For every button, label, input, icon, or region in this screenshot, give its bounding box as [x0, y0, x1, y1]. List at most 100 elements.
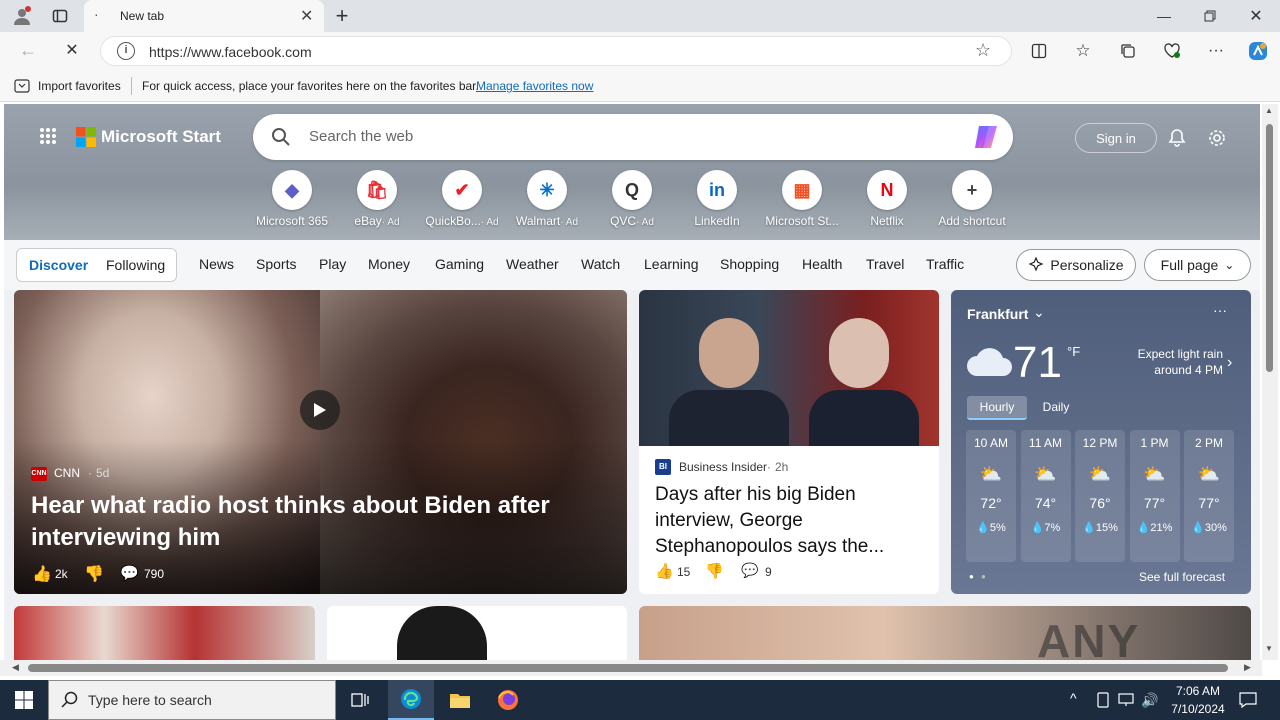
side-like-icon[interactable]: 👍 [655, 562, 674, 580]
favorite-star-icon[interactable]: ☆ [975, 40, 991, 61]
category-tab[interactable]: Travel [866, 256, 904, 272]
shortcut-item[interactable]: Q QVC· Ad [590, 170, 674, 228]
tab-daily[interactable]: Daily [1027, 396, 1085, 420]
city-chevron-icon[interactable]: ⌄ [1033, 304, 1045, 321]
main-story-card[interactable]: CNN CNN · 5d Hear what radio host thinks… [14, 290, 627, 594]
category-tab[interactable]: Health [802, 256, 842, 272]
tray-chevron-icon[interactable]: ^ [1070, 690, 1077, 706]
category-tab[interactable]: Watch [581, 256, 620, 272]
notifications-center-icon[interactable] [1234, 680, 1262, 720]
side-story-card[interactable]: BI Business Insider · 2h Days after his … [639, 290, 939, 594]
tray-device-icon[interactable] [1094, 690, 1112, 710]
hour-forecast-item[interactable]: 2 PM ⛅ 77° 💧30% [1184, 430, 1234, 562]
hour-forecast-item[interactable]: 11 AM ⛅ 74° 💧7% [1020, 430, 1071, 562]
side-dislike-icon[interactable]: 👎 [705, 562, 724, 580]
sign-in-button[interactable]: Sign in [1075, 123, 1157, 153]
notifications-bell-icon[interactable] [1166, 126, 1188, 150]
file-explorer-icon[interactable] [440, 680, 480, 720]
category-tab[interactable]: Weather [506, 256, 559, 272]
category-tab[interactable]: Gaming [435, 256, 484, 272]
network-icon[interactable] [1117, 690, 1135, 710]
tab-hourly[interactable]: Hourly [967, 396, 1027, 420]
shortcut-item[interactable]: ▦ Microsoft St... [760, 170, 844, 228]
category-tab[interactable]: Money [368, 256, 410, 272]
comment-icon[interactable]: 💬 [120, 564, 139, 582]
hour-forecast-item[interactable]: 10 AM ⛅ 72° 💧5% [966, 430, 1016, 562]
collections-icon[interactable] [1117, 40, 1139, 62]
category-tab[interactable]: Play [319, 256, 346, 272]
firefox-icon[interactable] [488, 680, 528, 720]
taskbar-time[interactable]: 7:06 AM [1172, 684, 1224, 698]
tab-new-tab[interactable]: · New tab ✕ [84, 0, 324, 32]
personalize-button[interactable]: Personalize [1016, 249, 1136, 281]
full-page-dropdown[interactable]: Full page ⌄ [1144, 249, 1251, 281]
profile-icon[interactable] [10, 4, 34, 28]
url-text[interactable]: https://www.facebook.com [149, 44, 312, 60]
taskbar-date[interactable]: 7/10/2024 [1166, 702, 1230, 716]
hour-forecast-item[interactable]: 1 PM ⛅ 77° 💧21% [1129, 430, 1180, 562]
weather-more-icon[interactable]: ··· [1213, 302, 1227, 318]
chevron-right-icon[interactable]: › [1227, 354, 1232, 372]
scroll-right-icon[interactable]: ▶ [1244, 662, 1251, 673]
msn-logo-text[interactable]: Microsoft Start [101, 127, 221, 147]
shortcut-item[interactable]: + Add shortcut [930, 170, 1014, 228]
tab-actions-icon[interactable] [48, 4, 72, 28]
close-tab-icon[interactable]: ✕ [300, 6, 313, 26]
shortcut-item[interactable]: 🛍 eBay· Ad [335, 170, 419, 228]
carousel-dot[interactable]: ● [981, 572, 986, 581]
side-story-headline[interactable]: Days after his big Biden interview, Geor… [655, 482, 927, 560]
carousel-dot-active[interactable]: ● [969, 572, 974, 581]
vertical-scroll-thumb[interactable] [1266, 124, 1273, 372]
back-icon[interactable]: ← [16, 38, 40, 62]
settings-gear-icon[interactable] [1206, 126, 1228, 150]
category-tab[interactable]: Learning [644, 256, 699, 272]
shortcut-item[interactable]: ✔ QuickBo...· Ad [420, 170, 504, 228]
favorites-icon[interactable]: ☆ [1072, 40, 1094, 62]
tab-following[interactable]: Following [106, 257, 165, 273]
address-bar[interactable]: i https://www.facebook.com ☆ [100, 36, 1012, 66]
minimize-icon[interactable]: — [1150, 4, 1178, 28]
copilot-icon[interactable] [1245, 38, 1271, 64]
vertical-scrollbar[interactable]: ▲ ▼ [1262, 104, 1278, 660]
new-tab-icon[interactable]: + [330, 3, 354, 28]
story-card-bottom-1[interactable] [14, 606, 315, 660]
side-story-source[interactable]: Business Insider [679, 460, 767, 474]
restore-icon[interactable] [1196, 4, 1224, 28]
split-screen-icon[interactable] [1028, 40, 1050, 62]
weather-card[interactable]: Frankfurt ⌄ ··· 71 °F Expect light rain … [951, 290, 1251, 594]
edge-taskbar-icon[interactable] [388, 680, 434, 720]
browser-essentials-icon[interactable] [1161, 40, 1183, 62]
web-search-box[interactable]: Search the web [253, 114, 1013, 160]
shortcut-item[interactable]: N Netflix [845, 170, 929, 228]
close-window-icon[interactable]: ✕ [1242, 4, 1270, 28]
volume-icon[interactable]: 🔊 [1140, 690, 1160, 710]
shortcut-item[interactable]: ✳ Walmart· Ad [505, 170, 589, 228]
hour-forecast-item[interactable]: 12 PM ⛅ 76° 💧15% [1075, 430, 1125, 562]
category-tab[interactable]: Traffic [926, 256, 964, 272]
shortcut-item[interactable]: in LinkedIn [675, 170, 759, 228]
see-full-forecast-link[interactable]: See full forecast [1139, 570, 1225, 584]
taskbar-search-box[interactable]: Type here to search [48, 680, 336, 720]
scroll-left-icon[interactable]: ◀ [12, 662, 19, 673]
app-launcher-icon[interactable] [38, 126, 58, 146]
more-menu-icon[interactable]: ··· [1205, 40, 1227, 62]
story-card-bottom-3[interactable]: ANY RUN [639, 606, 1251, 660]
shortcut-item[interactable]: ◆ Microsoft 365 [250, 170, 334, 228]
weather-city[interactable]: Frankfurt [967, 306, 1028, 322]
play-video-icon[interactable] [300, 390, 340, 430]
side-comment-icon[interactable]: 💬 [741, 562, 758, 579]
site-info-icon[interactable]: i [117, 42, 135, 60]
tab-discover[interactable]: Discover [29, 257, 88, 273]
copilot-search-icon[interactable] [971, 122, 1001, 157]
scroll-down-icon[interactable]: ▼ [1265, 644, 1273, 653]
horizontal-scrollbar[interactable]: ◀ ▶ [0, 660, 1262, 676]
category-tab[interactable]: News [199, 256, 234, 272]
stop-loading-icon[interactable]: ✕ [60, 38, 84, 62]
story-card-bottom-2[interactable] [327, 606, 627, 660]
story-source[interactable]: CNN [54, 466, 80, 480]
task-view-icon[interactable] [340, 680, 380, 720]
story-headline[interactable]: Hear what radio host thinks about Biden … [31, 490, 591, 554]
dislike-icon[interactable]: 👎 [84, 564, 104, 584]
category-tab[interactable]: Shopping [720, 256, 779, 272]
like-icon[interactable]: 👍 [32, 564, 52, 584]
